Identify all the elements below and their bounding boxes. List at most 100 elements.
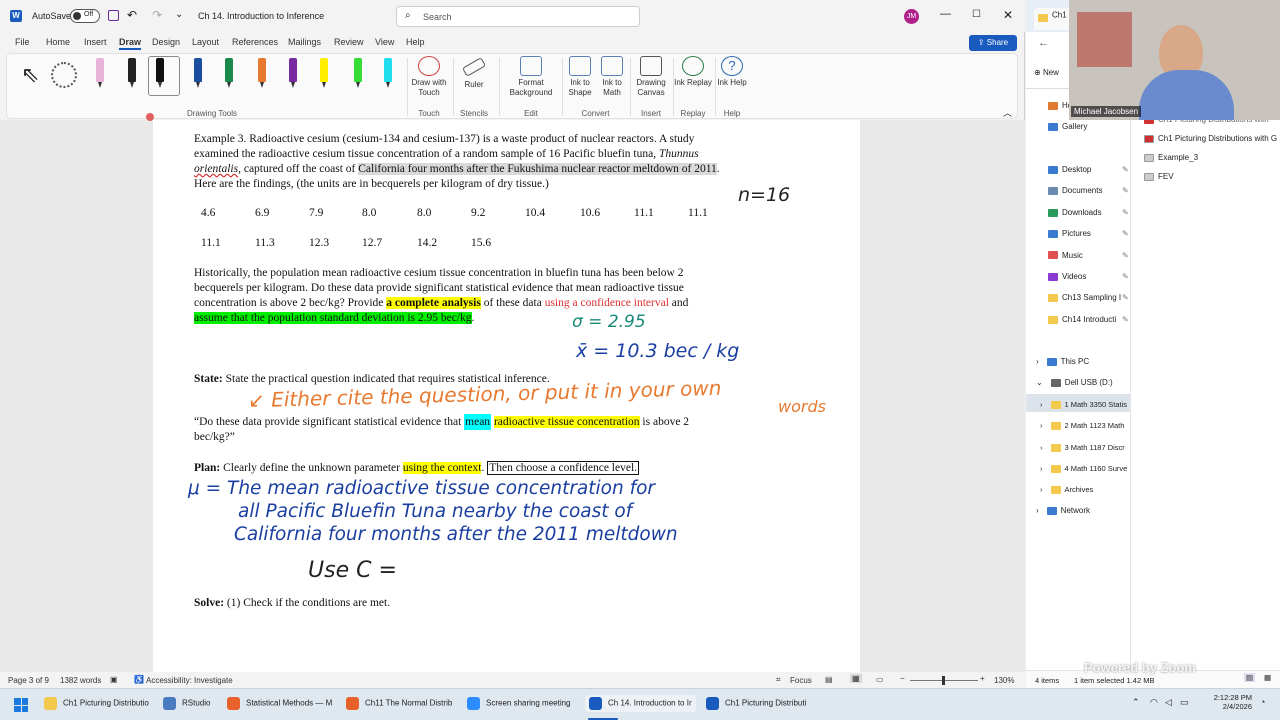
quick-access-item[interactable]: Ch13 Sampling I ✎ — [1048, 293, 1129, 302]
minimize-icon[interactable]: — — [940, 8, 951, 20]
taskbar-item[interactable]: Ch1 Picturing Distributio — [44, 697, 149, 710]
windows-start-icon[interactable] — [14, 698, 28, 712]
document-title[interactable]: Ch 14. Introduction to Inference — [198, 11, 324, 21]
new-button[interactable]: ⊕ New — [1034, 68, 1059, 77]
print-layout-icon[interactable]: ▦ — [850, 674, 862, 683]
pin-icon[interactable]: ✎ — [1122, 208, 1129, 217]
pin-icon[interactable]: ✎ — [1122, 229, 1129, 238]
pin-icon[interactable]: ✎ — [1122, 165, 1129, 174]
pen-9[interactable] — [351, 58, 365, 88]
proofing-icon[interactable]: ▣ — [110, 675, 118, 684]
file-item[interactable]: Ch1 Picturing Distributions with G — [1144, 134, 1277, 143]
taskbar-item[interactable]: Ch11 The Normal Distrib — [346, 697, 452, 710]
usb-folder-item[interactable]: › 1 Math 3350 Statis — [1040, 400, 1127, 410]
notification-bell-icon[interactable]: ◔ — [1260, 697, 1265, 707]
pin-icon[interactable]: ✎ — [1122, 293, 1129, 302]
menu-design[interactable]: Design — [152, 37, 180, 47]
usb-folder-item[interactable]: › 3 Math 1187 Discr — [1040, 443, 1125, 452]
pin-icon[interactable]: ✎ — [1122, 251, 1129, 260]
menu-view[interactable]: View — [375, 37, 394, 47]
taskbar-item[interactable]: RStudio — [163, 697, 210, 710]
quick-access-item[interactable]: Documents ✎ — [1048, 186, 1129, 195]
menu-draw[interactable]: Draw — [119, 37, 142, 50]
battery-icon[interactable]: ▭ — [1180, 697, 1189, 708]
menu-layout[interactable]: Layout — [192, 37, 219, 47]
nav-usb[interactable]: ⌄ Dell USB (D:) — [1036, 378, 1113, 387]
quick-access-item[interactable]: Ch14 Introducti ✎ — [1048, 315, 1129, 324]
usb-folder-item[interactable]: › Archives — [1040, 485, 1093, 495]
customize-toolbar-icon[interactable]: ⌄ — [175, 9, 183, 20]
draw-with-touch-button[interactable]: Draw with Touch — [409, 56, 449, 106]
tray-chevron-icon[interactable]: ⌃ — [1132, 697, 1140, 708]
pen-8[interactable] — [317, 58, 331, 88]
ink-replay-button[interactable]: Ink Replay — [673, 56, 713, 106]
quick-access-item[interactable]: Pictures ✎ — [1048, 229, 1129, 238]
focus-button[interactable]: Focus — [790, 676, 812, 685]
zoom-slider-thumb[interactable] — [942, 676, 945, 685]
taskbar-item[interactable]: Statistical Methods — M — [227, 697, 332, 710]
quick-access-item[interactable]: Music ✎ — [1048, 251, 1129, 260]
nav-this-pc[interactable]: › This PC — [1036, 357, 1089, 366]
drawing-canvas-button[interactable]: Drawing Canvas — [631, 56, 671, 106]
menu-help[interactable]: Help — [406, 37, 425, 47]
nav-network[interactable]: › Network — [1036, 506, 1090, 515]
file-item[interactable]: FEV — [1144, 172, 1174, 181]
quick-access-item[interactable]: Videos ✎ — [1048, 272, 1129, 281]
volume-icon[interactable]: ◁ — [1165, 697, 1172, 708]
ruler-button[interactable]: Ruler — [454, 56, 494, 106]
ink-to-shape-button[interactable]: Ink to Shape — [563, 56, 597, 106]
pen-1[interactable] — [93, 58, 107, 88]
pen-2[interactable] — [125, 58, 139, 88]
collapse-ribbon-icon[interactable]: ︿ — [1003, 106, 1012, 119]
menu-insert[interactable]: Insert — [84, 37, 107, 47]
pen-4[interactable] — [191, 58, 205, 88]
pen-6[interactable] — [255, 58, 269, 88]
pen-5[interactable] — [222, 58, 236, 88]
zoom-level[interactable]: 130% — [994, 676, 1014, 685]
ink-to-math-button[interactable]: Ink to Math — [596, 56, 628, 106]
details-view-icon[interactable]: ▤ — [1244, 673, 1256, 682]
close-icon[interactable]: ✕ — [1003, 8, 1013, 22]
pin-icon[interactable]: ✎ — [1122, 272, 1129, 281]
save-icon[interactable] — [108, 10, 119, 21]
nav-gallery[interactable]: Gallery — [1048, 122, 1087, 131]
menu-file[interactable]: File — [15, 37, 30, 47]
accessibility-status[interactable]: Accessibility: Investigate — [146, 676, 233, 685]
zoom-in-icon[interactable]: + — [980, 674, 985, 683]
user-avatar[interactable]: JM — [904, 9, 919, 24]
taskbar-item[interactable]: Ch 14. Introduction to Ir — [585, 695, 696, 712]
page-count[interactable]: Page 3 of 9 — [8, 676, 49, 685]
select-pointer-icon[interactable]: ⇖ — [21, 62, 39, 88]
quick-access-item[interactable]: Desktop ✎ — [1048, 165, 1129, 174]
zoom-slider[interactable] — [910, 676, 978, 685]
usb-folder-item[interactable]: › 2 Math 1123 Math — [1040, 421, 1124, 431]
pin-icon[interactable]: ✎ — [1122, 186, 1129, 195]
pin-icon[interactable]: ✎ — [1122, 315, 1129, 324]
redo-icon[interactable]: ↷ — [152, 8, 162, 22]
usb-folder-item[interactable]: › 4 Math 1160 Surve — [1040, 464, 1127, 473]
undo-icon[interactable]: ↶ — [127, 8, 137, 22]
word-count[interactable]: 1382 words — [60, 676, 101, 685]
pen-7[interactable] — [286, 58, 300, 88]
maximize-icon[interactable]: ☐ — [972, 9, 981, 20]
menu-mailings[interactable]: Mailings — [288, 37, 321, 47]
taskbar-item[interactable]: Ch1 Picturing Distributi — [706, 697, 806, 710]
ink-help-button[interactable]: ? Ink Help — [712, 56, 752, 106]
menu-references[interactable]: References — [232, 37, 278, 47]
clock[interactable]: 2:12:28 PM 2/4/2026 — [1206, 693, 1252, 711]
tiles-view-icon[interactable]: ▦ — [1264, 673, 1271, 682]
taskbar-item[interactable]: Screen sharing meeting — [467, 697, 571, 710]
read-mode-icon[interactable]: ▤ — [825, 675, 833, 684]
wifi-icon[interactable]: ◠ — [1150, 697, 1158, 708]
format-background-button[interactable]: Format Background — [503, 56, 559, 106]
lasso-select-icon[interactable] — [51, 62, 77, 88]
pen-10[interactable] — [381, 58, 395, 88]
menu-home[interactable]: Home — [46, 37, 70, 47]
menu-review[interactable]: Review — [334, 37, 364, 47]
quick-access-item[interactable]: Downloads ✎ — [1048, 208, 1129, 217]
zoom-out-icon[interactable]: − — [900, 674, 905, 683]
search-box[interactable]: ⌕ Search — [396, 6, 640, 27]
autosave-toggle[interactable]: Off — [70, 9, 100, 23]
back-arrow-icon[interactable]: ← — [1038, 37, 1049, 49]
web-layout-icon[interactable]: ▭ — [876, 675, 884, 684]
